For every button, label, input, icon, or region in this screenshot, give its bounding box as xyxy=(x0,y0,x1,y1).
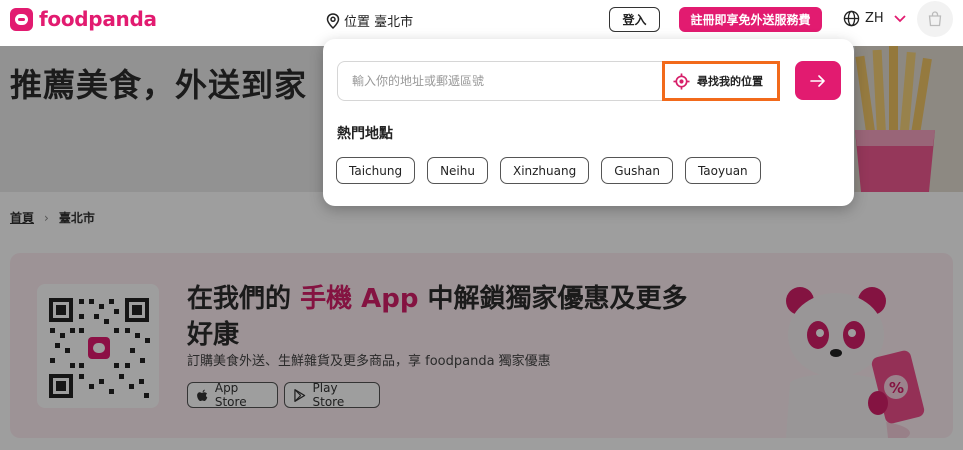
locate-target-icon xyxy=(673,72,690,90)
arrow-right-icon xyxy=(810,74,825,87)
location-selector[interactable]: 位置 臺北市 xyxy=(326,11,413,30)
globe-icon xyxy=(843,10,860,27)
foodpanda-logo[interactable]: foodpanda xyxy=(10,7,157,31)
submit-address-button[interactable] xyxy=(795,61,841,100)
language-selector[interactable]: ZH xyxy=(843,10,907,27)
popular-location-chip[interactable]: Gushan xyxy=(601,157,673,184)
popular-location-chip[interactable]: Taichung xyxy=(336,157,416,184)
popular-locations-title: 熱門地點 xyxy=(337,126,393,142)
panda-logo-icon xyxy=(10,7,33,31)
shopping-bag-icon xyxy=(928,11,942,27)
location-pin-icon xyxy=(326,12,340,29)
address-input[interactable] xyxy=(337,61,662,101)
location-search-popup: 尋找我的位置 熱門地點 Taichung Neihu Xinzhuang Gus… xyxy=(323,39,854,206)
popular-location-chip[interactable]: Neihu xyxy=(427,157,488,184)
find-my-location-button[interactable]: 尋找我的位置 xyxy=(662,61,780,101)
logo-text: foodpanda xyxy=(39,7,157,31)
location-label: 位置 臺北市 xyxy=(344,15,414,30)
signup-button[interactable]: 註冊即享免外送服務費 xyxy=(679,7,822,32)
popular-location-chip[interactable]: Taoyuan xyxy=(684,157,761,184)
cart-button[interactable] xyxy=(917,1,953,37)
popular-location-chip[interactable]: Xinzhuang xyxy=(499,157,590,184)
language-label: ZH xyxy=(865,11,884,26)
login-button[interactable]: 登入 xyxy=(609,7,660,32)
find-my-location-label: 尋找我的位置 xyxy=(697,75,763,88)
popular-locations-list: Taichung Neihu Xinzhuang Gushan Taoyuan xyxy=(336,157,761,184)
chevron-down-icon xyxy=(894,14,906,22)
